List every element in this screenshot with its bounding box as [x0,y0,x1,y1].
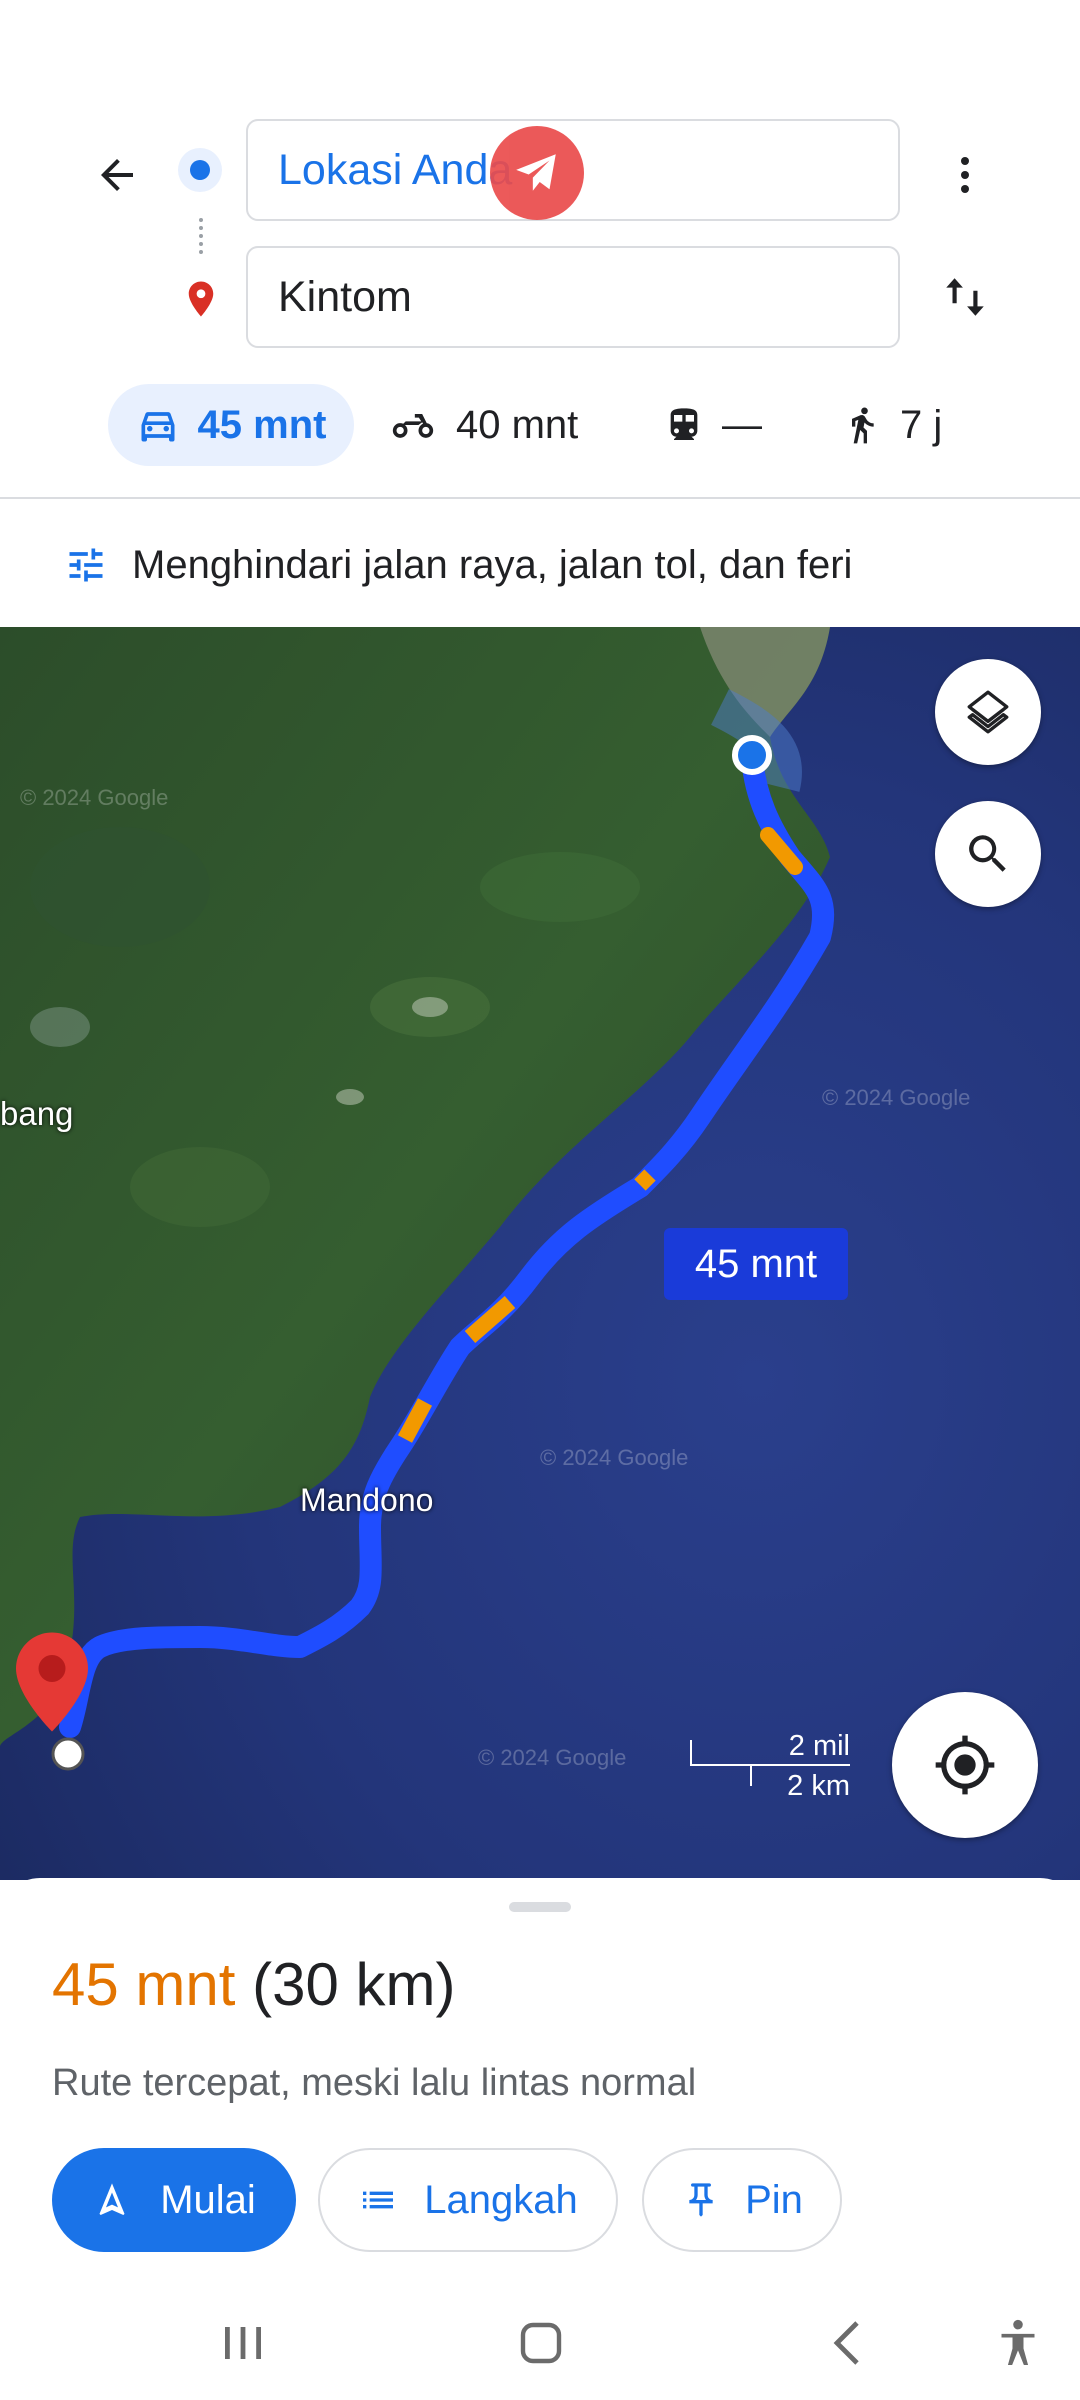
destination-input[interactable]: Kintom [246,246,900,348]
swap-icon [946,278,984,316]
mode-transit-label: — [722,402,762,447]
pin-button[interactable]: Pin [642,2148,842,2252]
header-divider [0,497,1080,499]
back-icon [833,2321,859,2365]
steps-button-label: Langkah [424,2177,578,2222]
route-time-bubble[interactable]: 45 mnt [664,1228,848,1300]
watermark: © 2024 Google [20,785,169,810]
scale-bottom-label: 2 km [787,1770,850,1802]
pin-button-label: Pin [745,2177,803,2222]
map-view[interactable]: bang Mandono 45 mnt © 2024 Google © 2024… [0,627,1080,1880]
my-location-icon [935,1735,995,1795]
swap-button[interactable] [930,262,1000,332]
my-location-button[interactable] [892,1692,1038,1838]
mode-car-label: 45 mnt [197,402,327,447]
mode-transit-tab[interactable]: — [664,384,762,466]
telegram-icon[interactable] [490,126,584,220]
route-description: Rute tercepat, meski lalu lintas normal [52,2062,697,2104]
accessibility-button[interactable] [988,2310,1048,2376]
origin-input-text: Lokasi Anda [278,145,513,194]
mode-walk-label: 7 j [900,402,943,447]
steps-button[interactable]: Langkah [318,2148,618,2252]
route-duration: 45 mnt [52,1951,236,2018]
tune-icon [69,548,103,582]
pin-icon [689,2183,713,2217]
mode-car-tab[interactable]: 45 mnt [108,384,354,466]
mode-motorcycle-label: 40 mnt [456,402,579,447]
origin-dot-icon [178,148,222,192]
mode-walk-tab[interactable]: 7 j [842,384,942,466]
scale-top-label: 2 mil [788,1730,850,1762]
route-options-row[interactable]: Menghindari jalan raya, jalan tol, dan f… [64,520,852,610]
place-label-mandono: Mandono [300,1482,434,1518]
route-distance: (30 km) [252,1951,456,2018]
route-time-label: 45 mnt [694,1241,818,1286]
layers-icon [967,690,1009,734]
start-button-label: Mulai [160,2177,256,2222]
satellite-map [0,627,1080,1880]
car-icon [141,412,175,442]
accessibility-icon [1001,2319,1035,2365]
route-options-label: Menghindari jalan raya, jalan tol, dan f… [132,542,853,587]
home-icon [520,2322,562,2364]
watermark: © 2024 Google [822,1085,971,1110]
watermark: © 2024 Google [478,1745,627,1770]
destination-pin-marker [16,1632,88,1737]
destination-pin-icon [180,275,222,328]
recent-apps-icon [225,2327,261,2359]
start-button[interactable]: Mulai [52,2148,296,2252]
list-icon [363,2191,394,2209]
scale-bar: 2 mil 2 km [690,1730,850,1802]
more-options-button[interactable] [930,140,1000,210]
drag-handle[interactable] [509,1902,571,1912]
train-icon [670,408,698,440]
search-icon [969,835,1006,872]
place-label-bang: bang [0,1095,74,1132]
system-nav-bar [0,2290,1080,2400]
recent-apps-button[interactable] [212,2312,274,2374]
destination-endpoint [51,1737,85,1771]
navigation-icon [99,2183,125,2215]
map-pin-icon [16,1632,88,1732]
system-back-button[interactable] [816,2312,878,2374]
route-connector-dots [199,218,207,254]
layers-button[interactable] [935,659,1041,765]
origin-marker [732,735,772,775]
motorcycle-icon [392,414,434,438]
watermark: © 2024 Google [540,1445,689,1470]
back-arrow-icon [101,159,133,191]
destination-input-text: Kintom [278,272,412,321]
back-button[interactable] [82,140,152,210]
search-along-route-button[interactable] [935,801,1041,907]
more-vert-icon [961,157,969,193]
route-summary: 45 mnt (30 km) [52,1950,455,2019]
home-button[interactable] [510,2312,572,2374]
mode-motorcycle-tab[interactable]: 40 mnt [388,384,578,466]
walk-icon [852,407,874,444]
